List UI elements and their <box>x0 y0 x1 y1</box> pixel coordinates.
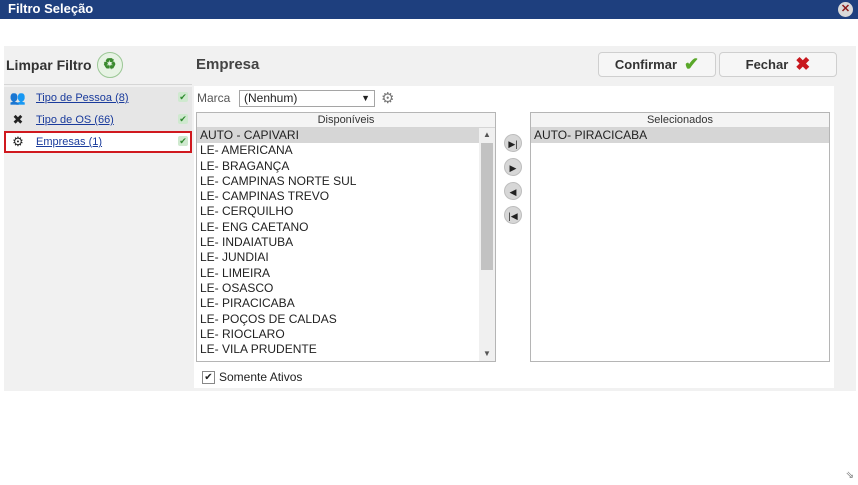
list-item[interactable]: LE- POÇOS DE CALDAS <box>197 312 479 327</box>
resize-handle-icon[interactable]: ⇘ <box>846 470 854 481</box>
confirm-button[interactable]: Confirmar ✔ <box>598 52 716 77</box>
only-active-label: Somente Ativos <box>219 370 303 384</box>
sidebar-item-label[interactable]: Empresas (1) <box>36 136 102 148</box>
confirm-label: Confirmar <box>614 57 678 72</box>
move-right-icon[interactable]: ▶ <box>504 158 522 176</box>
check-icon: ✔ <box>178 114 188 124</box>
clear-filter-button[interactable]: Limpar Filtro ♻ <box>6 50 123 80</box>
list-item[interactable]: LE- BRAGANÇA <box>197 159 479 174</box>
list-item[interactable]: LE- CAMPINAS TREVO <box>197 189 479 204</box>
people-icon: 👥 <box>9 90 27 105</box>
only-active-checkbox[interactable]: ✔ <box>202 370 215 384</box>
marca-value: (Nenhum) <box>244 91 298 105</box>
list-item[interactable]: LE- LIMEIRA <box>197 266 479 281</box>
list-item[interactable]: LE- VILA PRUDENTE <box>197 342 479 357</box>
window-title: Filtro Seleção <box>8 1 94 16</box>
section-title: Empresa <box>196 56 260 73</box>
title-bar: Filtro Seleção ✕ <box>0 0 858 19</box>
tools-icon: ✖ <box>12 112 24 127</box>
move-all-right-icon[interactable]: ▶| <box>504 134 522 152</box>
sidebar-item-tipo-pessoa[interactable]: 👥 Tipo de Pessoa (8) ✔ <box>4 87 192 109</box>
move-left-icon[interactable]: ◀ <box>504 182 522 200</box>
marca-select[interactable]: (Nenhum) ▼ <box>239 90 375 107</box>
sidebar-item-tipo-os[interactable]: ✖ Tipo de OS (66) ✔ <box>4 109 192 131</box>
check-icon: ✔ <box>178 92 188 102</box>
only-active-option[interactable]: ✔ Somente Ativos <box>202 370 302 384</box>
list-item[interactable]: AUTO - CAPIVARI <box>197 128 479 144</box>
list-item[interactable]: LE- ENG CAETANO <box>197 220 479 235</box>
check-icon: ✔ <box>178 136 188 146</box>
filter-sidebar: Limpar Filtro ♻ 👥 Tipo de Pessoa (8) ✔ ✖… <box>4 46 192 391</box>
selection-area: Marca (Nenhum) ▼ ⚙ Disponíveis AUTO - CA… <box>194 86 834 388</box>
chevron-down-icon: ▼ <box>361 93 370 103</box>
available-list[interactable]: Disponíveis AUTO - CAPIVARI LE- AMERICAN… <box>196 112 496 362</box>
list-item[interactable]: LE- PIRACICABA <box>197 296 479 311</box>
close-icon[interactable]: ✕ <box>838 2 853 17</box>
scroll-up-icon[interactable]: ▲ <box>479 128 495 142</box>
move-all-left-icon[interactable]: |◀ <box>504 206 522 224</box>
list-item[interactable]: LE- INDAIATUBA <box>197 235 479 250</box>
close-label: Fechar <box>745 57 789 72</box>
gear-icon[interactable]: ⚙ <box>381 89 394 107</box>
sidebar-item-label[interactable]: Tipo de OS (66) <box>36 114 114 126</box>
list-item[interactable]: LE- JUNDIAI <box>197 250 479 265</box>
list-item[interactable]: LE- AMERICANA <box>197 143 479 158</box>
list-item[interactable]: LE- CERQUILHO <box>197 204 479 219</box>
scrollbar[interactable]: ▲ ▼ <box>479 128 495 361</box>
available-header: Disponíveis <box>197 113 495 128</box>
clear-filter-label: Limpar Filtro <box>6 57 92 73</box>
close-button[interactable]: Fechar ✖ <box>719 52 837 77</box>
divider <box>4 84 192 85</box>
marca-label: Marca <box>197 91 231 105</box>
list-item[interactable]: LE- OSASCO <box>197 281 479 296</box>
recycle-icon: ♻ <box>96 52 123 78</box>
sidebar-item-empresas[interactable]: ⚙ Empresas (1) ✔ <box>4 131 192 153</box>
list-item[interactable]: LE- RIOCLARO <box>197 327 479 342</box>
filter-panel: Limpar Filtro ♻ 👥 Tipo de Pessoa (8) ✔ ✖… <box>4 46 856 391</box>
list-item[interactable]: LE- CAMPINAS NORTE SUL <box>197 174 479 189</box>
x-icon: ✖ <box>795 54 811 74</box>
scroll-down-icon[interactable]: ▼ <box>479 347 495 361</box>
selected-list[interactable]: Selecionados AUTO- PIRACICABA <box>530 112 830 362</box>
scrollbar-thumb[interactable] <box>481 143 493 270</box>
sidebar-item-label[interactable]: Tipo de Pessoa (8) <box>36 92 129 104</box>
selected-header: Selecionados <box>531 113 829 128</box>
gear-icon: ⚙ <box>12 134 24 149</box>
checkmark-icon: ✔ <box>684 54 700 74</box>
list-item[interactable]: AUTO- PIRACICABA <box>531 128 829 144</box>
